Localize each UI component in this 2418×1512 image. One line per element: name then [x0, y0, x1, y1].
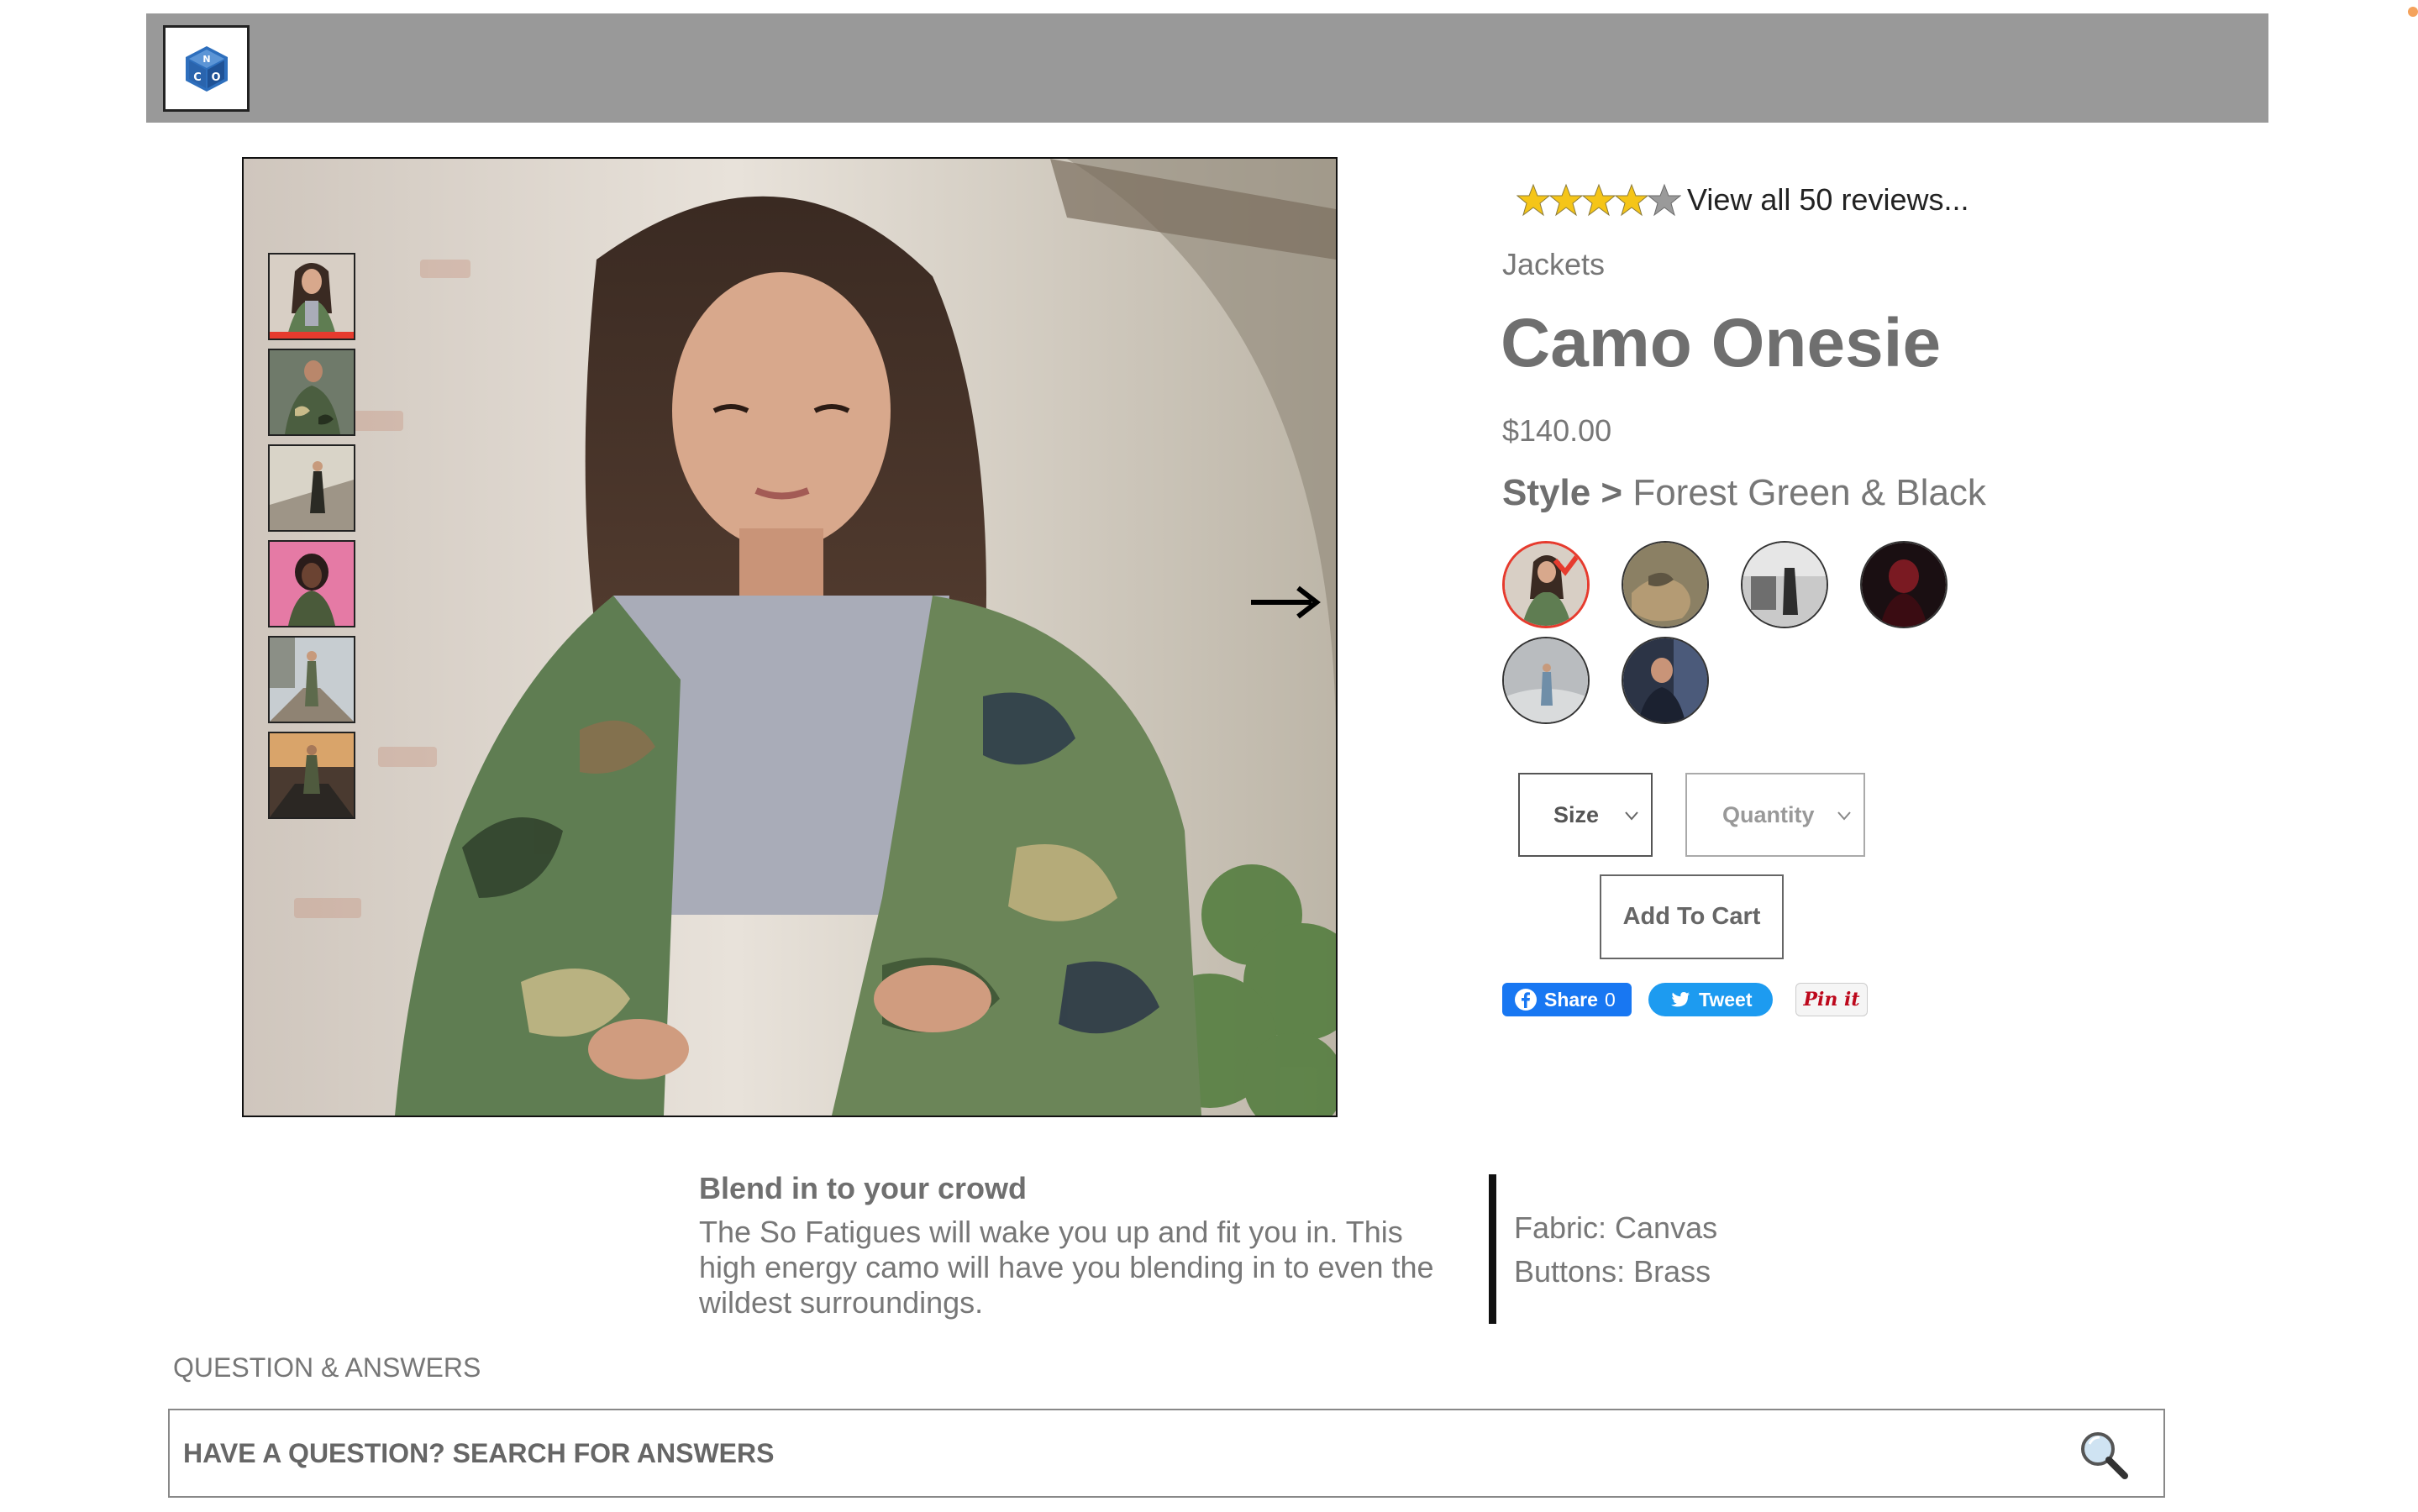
twitter-bird-icon — [1671, 992, 1690, 1007]
style-swatch-4[interactable] — [1860, 541, 1948, 628]
style-swatch-5[interactable] — [1502, 637, 1590, 724]
description-heading: Blend in to your crowd — [699, 1171, 1028, 1205]
twitter-tweet-button[interactable]: Tweet — [1648, 983, 1773, 1016]
spec-buttons: Buttons: Brass — [1514, 1254, 1711, 1289]
arrow-right-icon[interactable] — [1249, 583, 1322, 622]
search-icon[interactable] — [2078, 1429, 2130, 1481]
view-reviews-link[interactable]: View all 50 reviews... — [1687, 182, 1969, 218]
site-header: N C O — [146, 13, 2268, 123]
product-title: Camo Onesie — [1501, 305, 1942, 381]
description-body: The So Fatigues will wake you up and fit… — [699, 1215, 1434, 1320]
quantity-select-label: Quantity — [1722, 801, 1815, 827]
product-category[interactable]: Jackets — [1502, 247, 1605, 282]
star-filled-icon — [1615, 183, 1648, 217]
thumbnail-list — [268, 253, 355, 819]
thumb-woman-pink-background — [270, 542, 354, 626]
qa-search-box — [168, 1409, 2165, 1498]
product-main-image — [242, 157, 1338, 1117]
site-logo[interactable]: N C O — [163, 25, 250, 112]
thumb-woman-camo — [270, 255, 354, 339]
thumb-man-camo — [270, 350, 354, 434]
chevron-down-icon — [1625, 811, 1638, 821]
cube-logo-icon: N C O — [185, 45, 228, 92]
thumbnail-1[interactable] — [268, 253, 355, 340]
woman-in-camo-jacket-photo — [244, 159, 1336, 1116]
thumbnail-3[interactable] — [268, 444, 355, 532]
pinterest-pin-button[interactable]: Pin it — [1795, 983, 1868, 1016]
thumbnail-6[interactable] — [268, 732, 355, 819]
thumbnail-4[interactable] — [268, 540, 355, 627]
facebook-share-button[interactable]: Share 0 — [1502, 983, 1632, 1016]
svg-text:C: C — [193, 71, 202, 84]
facebook-share-count: 0 — [1604, 988, 1616, 1011]
style-value: Forest Green & Black — [1632, 472, 1986, 513]
star-filled-icon — [1582, 183, 1616, 217]
style-swatch-2[interactable] — [1622, 541, 1709, 628]
thumb-person-rails — [270, 638, 354, 722]
thumbnail-2[interactable] — [268, 349, 355, 436]
thumbnail-5[interactable] — [268, 636, 355, 723]
checkmark-icon — [1553, 543, 1587, 576]
star-filled-icon — [1517, 183, 1550, 217]
rating-row: View all 50 reviews... — [1517, 181, 1969, 218]
facebook-icon — [1515, 989, 1537, 1011]
style-swatch-1[interactable] — [1502, 541, 1590, 628]
style-night-blue — [1623, 638, 1707, 722]
style-swatch-3[interactable] — [1741, 541, 1828, 628]
style-desert-camo — [1623, 543, 1707, 627]
star-filled-icon — [1549, 183, 1583, 217]
size-select[interactable]: Size — [1518, 773, 1653, 857]
style-snow-camo — [1504, 638, 1588, 722]
thumb-person-stairs — [270, 446, 354, 530]
svg-text:N: N — [202, 54, 210, 65]
qa-heading: QUESTION & ANSWERS — [173, 1352, 481, 1383]
style-selector-label: Style > Forest Green & Black — [1502, 472, 1986, 514]
product-specs: Fabric: Canvas Buttons: Brass — [1514, 1206, 1717, 1294]
product-price: $140.00 — [1502, 413, 1612, 448]
twitter-tweet-label: Tweet — [1699, 988, 1753, 1011]
style-red-black — [1862, 543, 1946, 627]
pinterest-pin-label: Pin it — [1803, 989, 1860, 1011]
star-empty-icon — [1648, 183, 1681, 217]
thumb-person-sunset — [270, 733, 354, 817]
style-label: Style > — [1502, 472, 1623, 513]
facebook-share-label: Share — [1544, 988, 1598, 1011]
status-dot — [2408, 7, 2418, 17]
style-urban-grey — [1743, 543, 1827, 627]
description-divider — [1489, 1174, 1496, 1324]
spec-fabric: Fabric: Canvas — [1514, 1210, 1718, 1245]
size-select-label: Size — [1553, 801, 1600, 827]
qa-search-input[interactable] — [181, 1410, 2030, 1496]
star-rating — [1517, 181, 1681, 218]
add-to-cart-button[interactable]: Add To Cart — [1600, 874, 1784, 959]
product-description: Blend in to your crowd The So Fatigues w… — [699, 1171, 1455, 1320]
style-swatches — [1502, 541, 1990, 724]
quantity-select[interactable]: Quantity — [1685, 773, 1865, 857]
style-swatch-6[interactable] — [1622, 637, 1709, 724]
svg-text:O: O — [211, 71, 220, 84]
chevron-down-icon — [1837, 811, 1851, 821]
